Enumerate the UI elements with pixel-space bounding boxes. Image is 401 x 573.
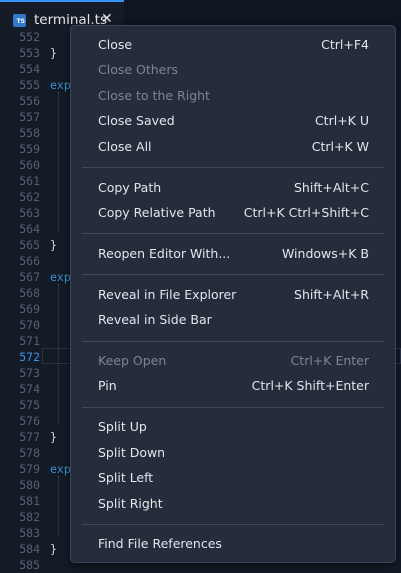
line-number: 579 <box>19 462 40 476</box>
menu-item-label: Copy Relative Path <box>98 204 216 220</box>
line-number: 568 <box>19 286 40 300</box>
menu-separator <box>82 340 384 342</box>
line-number: 557 <box>19 110 40 124</box>
indent-guide <box>58 92 59 232</box>
menu-item-close-saved[interactable]: Close Saved Ctrl+K U <box>71 109 395 133</box>
menu-item-copy-relative-path[interactable]: Copy Relative Path Ctrl+K Ctrl+Shift+C <box>71 201 395 225</box>
line-number: 582 <box>19 510 40 524</box>
menu-item-label: Copy Path <box>98 179 162 195</box>
code-text: } <box>50 238 57 252</box>
menu-item-label: Close Others <box>98 62 179 78</box>
menu-item-keep-open: Keep Open Ctrl+K Enter <box>71 349 395 373</box>
typescript-file-icon: TS <box>13 14 26 27</box>
line-number: 560 <box>19 158 40 172</box>
menu-item-shortcut: Windows+K B <box>281 245 369 261</box>
menu-item-split-up[interactable]: Split Up <box>71 415 395 439</box>
menu-item-close-others: Close Others <box>71 58 395 82</box>
menu-item-label: Split Left <box>98 470 154 486</box>
code-text: exp <box>50 270 71 284</box>
menu-separator <box>82 274 384 276</box>
line-number: 583 <box>19 526 40 540</box>
menu-item-reopen-editor-with[interactable]: Reopen Editor With... Windows+K B <box>71 242 395 266</box>
menu-item-label: Split Down <box>98 444 166 460</box>
line-number: 575 <box>19 398 40 412</box>
menu-item-label: Find File References <box>98 536 222 552</box>
line-number: 562 <box>19 190 40 204</box>
menu-item-shortcut: Shift+Alt+C <box>293 179 369 195</box>
line-number: 556 <box>19 94 40 108</box>
code-text: exp <box>50 78 71 92</box>
menu-item-copy-path[interactable]: Copy Path Shift+Alt+C <box>71 176 395 200</box>
menu-item-label: Split Right <box>98 495 163 511</box>
menu-item-label: Keep Open <box>98 353 167 368</box>
menu-item-label: Close Saved <box>98 113 175 129</box>
menu-item-shortcut: Ctrl+K Enter <box>290 353 369 368</box>
menu-item-split-left[interactable]: Split Left <box>71 466 395 490</box>
line-number: 555 <box>19 78 40 92</box>
menu-item-label: Close <box>98 37 133 52</box>
line-number: 585 <box>19 558 40 572</box>
menu-item-split-right[interactable]: Split Right <box>71 492 395 516</box>
line-number: 554 <box>19 62 40 76</box>
line-number-gutter: 552 553 554 555 556 557 558 559 560 561 562 563 564 5… <box>0 30 42 573</box>
menu-item-shortcut: Ctrl+K Shift+Enter <box>251 378 369 394</box>
line-number: 561 <box>19 174 40 188</box>
line-number: 581 <box>19 494 40 508</box>
line-number: 578 <box>19 446 40 460</box>
line-number: 570 <box>19 318 40 332</box>
menu-item-shortcut: Ctrl+F4 <box>321 37 369 52</box>
menu-item-label: Split Up <box>98 419 147 435</box>
tab-context-menu: Close Ctrl+F4 Close Others Close to the Rig… <box>70 25 396 563</box>
line-number: 559 <box>19 142 40 156</box>
line-number: 573 <box>19 366 40 380</box>
code-text: } <box>50 430 57 444</box>
code-text: exp <box>50 462 71 476</box>
line-number: 567 <box>19 270 40 284</box>
menu-item-shortcut: Shift+Alt+R <box>294 286 369 302</box>
line-number: 571 <box>19 334 40 348</box>
menu-separator <box>82 233 384 235</box>
menu-item-label: Pin <box>98 378 117 394</box>
line-number: 574 <box>19 382 40 396</box>
line-number: 584 <box>19 542 40 556</box>
menu-item-label: Close to the Right <box>98 87 210 103</box>
menu-separator <box>82 523 384 525</box>
menu-item-shortcut: Ctrl+K W <box>311 138 369 154</box>
line-number: 566 <box>19 254 40 268</box>
menu-separator <box>82 167 384 168</box>
menu-item-reveal-in-side-bar[interactable]: Reveal in Side Bar <box>71 308 395 332</box>
menu-item-close-to-the-right: Close to the Right <box>71 84 395 108</box>
menu-item-shortcut: Ctrl+K Ctrl+Shift+C <box>243 204 369 220</box>
line-number: 569 <box>19 302 40 316</box>
line-number: 552 <box>19 30 40 44</box>
indent-guide <box>58 476 59 536</box>
line-number: 558 <box>19 126 40 140</box>
line-number: 564 <box>19 222 40 236</box>
menu-item-label: Reopen Editor With... <box>98 245 231 261</box>
line-number: 572 <box>19 350 40 364</box>
line-number: 580 <box>19 478 40 492</box>
line-number: 553 <box>19 46 40 60</box>
menu-item-close-all[interactable]: Close All Ctrl+K W <box>71 135 395 159</box>
menu-item-pin[interactable]: Pin Ctrl+K Shift+Enter <box>71 374 395 398</box>
line-number: 577 <box>19 430 40 444</box>
line-number: 565 <box>19 238 40 252</box>
menu-item-split-down[interactable]: Split Down <box>71 441 395 465</box>
menu-item-close[interactable]: Close Ctrl+F4 <box>71 33 395 57</box>
menu-item-label: Close All <box>98 138 152 154</box>
line-number: 576 <box>19 414 40 428</box>
indent-guide <box>58 284 59 424</box>
code-text: } <box>50 46 57 60</box>
menu-item-shortcut: Ctrl+K U <box>314 113 369 129</box>
code-text: } <box>50 542 57 556</box>
menu-item-label: Reveal in File Explorer <box>98 286 237 302</box>
menu-item-find-file-references[interactable]: Find File References <box>71 532 395 556</box>
menu-item-label: Reveal in Side Bar <box>98 312 212 328</box>
line-number: 563 <box>19 206 40 220</box>
menu-item-reveal-in-file-explorer[interactable]: Reveal in File Explorer Shift+Alt+R <box>71 283 395 307</box>
menu-separator <box>82 406 384 408</box>
